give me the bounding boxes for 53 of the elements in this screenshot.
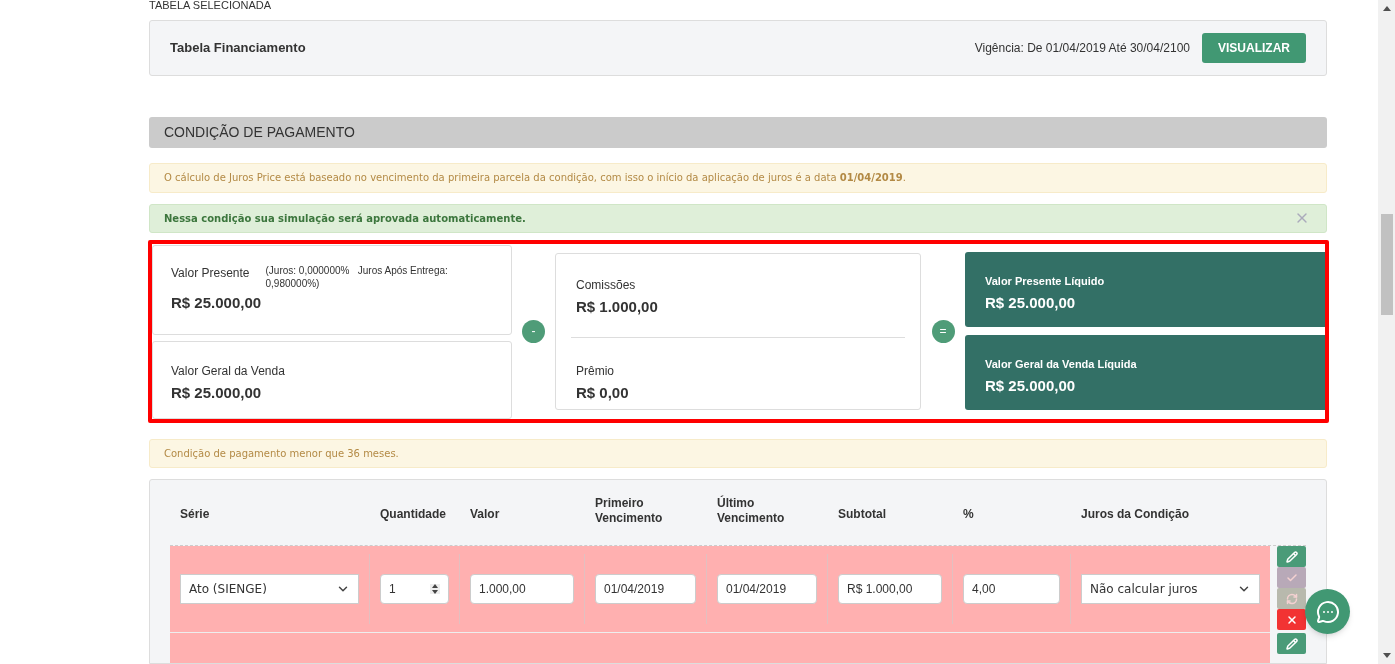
- column-header: Último Vencimento: [717, 496, 786, 526]
- section-label: TABELA SELECIONADA: [149, 0, 273, 11]
- validity-text: Vigência: De 01/04/2019 Até 30/04/2100: [974, 39, 1190, 57]
- number-field[interactable]: 1: [380, 574, 449, 604]
- column-header: Juros da Condição: [1081, 506, 1190, 522]
- select-field[interactable]: Ato (SIENGE): [180, 574, 359, 604]
- pencil-icon: [1285, 550, 1298, 563]
- table-name: Tabela Financiamento: [170, 39, 306, 57]
- scroll-up-icon[interactable]: [1382, 6, 1391, 11]
- edit-button[interactable]: [1277, 633, 1306, 654]
- card-label: Valor Presente Líquido: [985, 274, 1106, 290]
- refresh-icon: [1285, 592, 1298, 605]
- card-label: Prêmio: [576, 363, 615, 381]
- alert-text: Condição de pagamento menor que 36 meses.: [164, 446, 399, 461]
- card-value: R$ 0,00: [576, 383, 630, 404]
- alert-text: Nessa condição sua simulação será aprovada automaticamente.: [164, 211, 526, 226]
- select-field[interactable]: Não calcular juros: [1081, 574, 1260, 604]
- card-label: Valor Geral da Venda: [171, 363, 286, 381]
- check-icon: [1285, 571, 1298, 584]
- card-value: R$ 1.000,00: [576, 296, 659, 317]
- section-header: CONDIÇÃO DE PAGAMENTO: [149, 116, 1327, 149]
- column-header: Primeiro Vencimento: [595, 496, 664, 526]
- input-field[interactable]: 4,00: [963, 574, 1060, 604]
- pencil-icon: [1285, 637, 1298, 650]
- minus-badge: -: [522, 319, 545, 343]
- input-field[interactable]: 01/04/2019: [717, 574, 817, 604]
- column-header: Valor: [470, 506, 500, 522]
- card-value: R$ 25.000,00: [985, 292, 1077, 313]
- scroll-down-icon[interactable]: [1382, 653, 1391, 658]
- column-header: Série: [180, 506, 210, 522]
- chat-button[interactable]: [1305, 589, 1350, 634]
- column-header: Quantidade: [380, 506, 446, 522]
- column-header: Subtotal: [838, 506, 886, 522]
- interest-note: (Juros: 0,000000% Juros Após Entrega: 0,980000%): [265, 264, 449, 291]
- card-label: Valor Geral da Venda Líquida: [985, 357, 1138, 373]
- input-field[interactable]: 01/04/2019: [595, 574, 696, 604]
- input-field[interactable]: R$ 1.000,00: [838, 574, 942, 604]
- input-field[interactable]: 1.000,00: [470, 574, 574, 604]
- alert-text: O cálculo de Juros Price está baseado no vencimento da primeira parcela da condição, com isso o início da aplicação de juros é a data 01/04/2019.: [164, 171, 906, 186]
- scrollbar-thumb[interactable]: [1380, 214, 1393, 315]
- card-label: Comissões: [576, 276, 637, 294]
- card-value: R$ 25.000,00: [171, 293, 263, 314]
- delete-button[interactable]: [1277, 609, 1306, 630]
- spinner-icon: [430, 584, 440, 594]
- equals-badge: =: [931, 319, 955, 343]
- visualize-button[interactable]: VISUALIZAR: [1202, 32, 1306, 63]
- card-label: Valor Presente: [171, 265, 250, 283]
- card-value: R$ 25.000,00: [985, 375, 1077, 396]
- chat-icon: [1315, 599, 1340, 624]
- column-header: %: [963, 506, 974, 522]
- card-value: R$ 25.000,00: [171, 383, 263, 404]
- close-icon: [1285, 613, 1298, 626]
- edit-button[interactable]: [1277, 546, 1306, 567]
